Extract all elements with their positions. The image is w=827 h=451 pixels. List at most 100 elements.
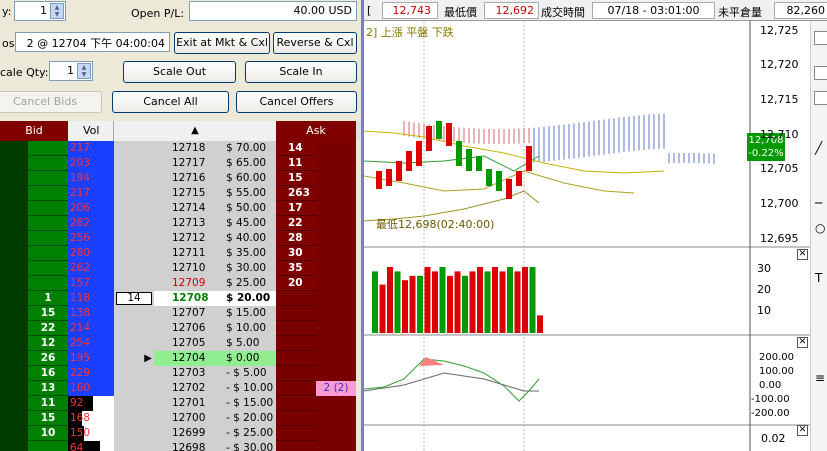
price-cell[interactable]: 12700	[154, 411, 216, 426]
ladder-row[interactable]: 282 12713 $ 45.00 22	[0, 216, 361, 231]
bid-cell[interactable]: 1	[28, 291, 68, 306]
ladder-row[interactable]: 203 12717 $ 65.00 11	[0, 156, 361, 171]
bid-header[interactable]: Bid	[0, 121, 68, 141]
tool-icon[interactable]	[814, 91, 827, 105]
ask-cell[interactable]: 15	[276, 171, 316, 186]
ladder-row[interactable]: 194 12716 $ 60.00 15	[0, 171, 361, 186]
ladder-row[interactable]: 157 12709 $ 25.00 20	[0, 276, 361, 291]
bid-cell[interactable]: 12	[28, 336, 68, 351]
text-tool-icon[interactable]: T	[815, 271, 822, 285]
ask-cell[interactable]: 263	[276, 186, 316, 201]
order-cell[interactable]	[316, 336, 356, 351]
circle-tool-icon[interactable]: ○	[815, 221, 825, 235]
ask-cell[interactable]	[276, 441, 316, 451]
order-cell[interactable]	[316, 246, 356, 261]
sort-up-icon[interactable]: ▲	[114, 121, 276, 141]
bid-cell[interactable]: 26	[28, 351, 68, 366]
ladder-row[interactable]: 64 12698- $ 30.00	[0, 441, 361, 451]
bid-cell[interactable]	[28, 216, 68, 231]
ask-cell[interactable]	[276, 411, 316, 426]
cancel-all-button[interactable]: Cancel All	[112, 91, 229, 113]
ladder-row[interactable]: 12 254 12705 $ 5.00	[0, 336, 361, 351]
ladder-row[interactable]: 13 160 12702- $ 10.00 2 (2)	[0, 381, 361, 396]
ask-cell[interactable]: 28	[276, 231, 316, 246]
ask-cell[interactable]: 11	[276, 156, 316, 171]
cancel-bids-button[interactable]: Cancel Bids	[0, 91, 102, 113]
price-cell[interactable]: 12718	[154, 141, 216, 156]
price-cell[interactable]: 12715	[154, 186, 216, 201]
qty-stepper[interactable]: 1 ▲ ▼	[14, 1, 66, 21]
price-cell[interactable]: 12706	[154, 321, 216, 336]
price-cell[interactable]: 12709	[154, 276, 216, 291]
price-cell[interactable]: 12713	[154, 216, 216, 231]
vol-header[interactable]: Vol	[68, 121, 114, 141]
ask-header[interactable]: Ask	[276, 121, 356, 141]
price-cell[interactable]: 12703	[154, 366, 216, 381]
ladder-row[interactable]: 217 12718 $ 70.00 14	[0, 141, 361, 156]
ask-cell[interactable]: 22	[276, 216, 316, 231]
order-cell[interactable]	[316, 426, 356, 441]
order-cell[interactable]	[316, 201, 356, 216]
order-cell[interactable]	[316, 216, 356, 231]
order-cell[interactable]	[316, 231, 356, 246]
ask-cell[interactable]	[276, 366, 316, 381]
close-oscillator-pane-icon[interactable]: ✕	[797, 337, 808, 348]
ladder-row[interactable]: 16 229 12703- $ 5.00	[0, 366, 361, 381]
ask-cell[interactable]: 14	[276, 141, 316, 156]
price-cell[interactable]: 12708	[154, 291, 216, 306]
price-cell[interactable]: 12716	[154, 171, 216, 186]
ladder-row[interactable]: 11 92 12701- $ 15.00	[0, 396, 361, 411]
order-cell[interactable]	[316, 171, 356, 186]
ask-cell[interactable]	[276, 381, 316, 396]
ask-cell[interactable]	[276, 321, 316, 336]
bid-cell[interactable]: 16	[28, 366, 68, 381]
bid-cell[interactable]: 11	[28, 396, 68, 411]
reverse-button[interactable]: Reverse & Cxl	[273, 32, 357, 54]
order-cell[interactable]	[316, 351, 356, 366]
ask-cell[interactable]	[276, 426, 316, 441]
bid-cell[interactable]	[28, 156, 68, 171]
price-cell[interactable]: 12712	[154, 231, 216, 246]
ladder-row[interactable]: 26 195 ▶ 12704 $ 0.00	[0, 351, 361, 366]
ask-cell[interactable]	[276, 351, 316, 366]
ladder-row[interactable]: 15 138 12707 $ 15.00	[0, 306, 361, 321]
bid-cell[interactable]	[28, 141, 68, 156]
cancel-offers-button[interactable]: Cancel Offers	[236, 91, 357, 113]
ask-cell[interactable]	[276, 396, 316, 411]
bid-cell[interactable]: 22	[28, 321, 68, 336]
price-cell[interactable]: 12704	[154, 351, 216, 366]
order-cell[interactable]	[316, 261, 356, 276]
price-cell[interactable]: 12701	[154, 396, 216, 411]
order-cell[interactable]	[316, 366, 356, 381]
ask-cell[interactable]: 35	[276, 261, 316, 276]
qty-spin-buttons[interactable]: ▲ ▼	[50, 3, 64, 19]
order-cell[interactable]	[316, 156, 356, 171]
order-cell[interactable]	[316, 396, 356, 411]
order-cell[interactable]	[316, 276, 356, 291]
close-bottom-pane-icon[interactable]: ✕	[797, 425, 808, 436]
ladder-row[interactable]: 10 150 12699- $ 25.00	[0, 426, 361, 441]
ask-cell[interactable]: 17	[276, 201, 316, 216]
bid-cell[interactable]: 10	[28, 426, 68, 441]
exit-at-market-button[interactable]: Exit at Mkt & Cxl	[174, 32, 270, 54]
tool-icon[interactable]	[814, 31, 827, 45]
order-cell[interactable]	[316, 291, 356, 306]
price-cell[interactable]: 12710	[154, 261, 216, 276]
price-cell[interactable]: 12711	[154, 246, 216, 261]
order-cell[interactable]	[316, 321, 356, 336]
price-cell[interactable]: 12705	[154, 336, 216, 351]
ladder-row[interactable]: 1 118 14 12708 $ 20.00	[0, 291, 361, 306]
ladder-row[interactable]: 280 12711 $ 35.00 30	[0, 246, 361, 261]
price-cell[interactable]: 12702	[154, 381, 216, 396]
bid-cell[interactable]	[28, 201, 68, 216]
ask-cell[interactable]: 20	[276, 276, 316, 291]
order-cell[interactable]	[316, 441, 356, 451]
ladder-row[interactable]: 206 12714 $ 50.00 17	[0, 201, 361, 216]
scale-in-button[interactable]: Scale In	[245, 61, 357, 83]
price-cell[interactable]: 12699	[154, 426, 216, 441]
ladder-row[interactable]: 256 12712 $ 40.00 28	[0, 231, 361, 246]
bid-cell[interactable]	[28, 231, 68, 246]
bid-cell[interactable]	[28, 171, 68, 186]
bid-cell[interactable]: 15	[28, 306, 68, 321]
bid-cell[interactable]	[28, 261, 68, 276]
